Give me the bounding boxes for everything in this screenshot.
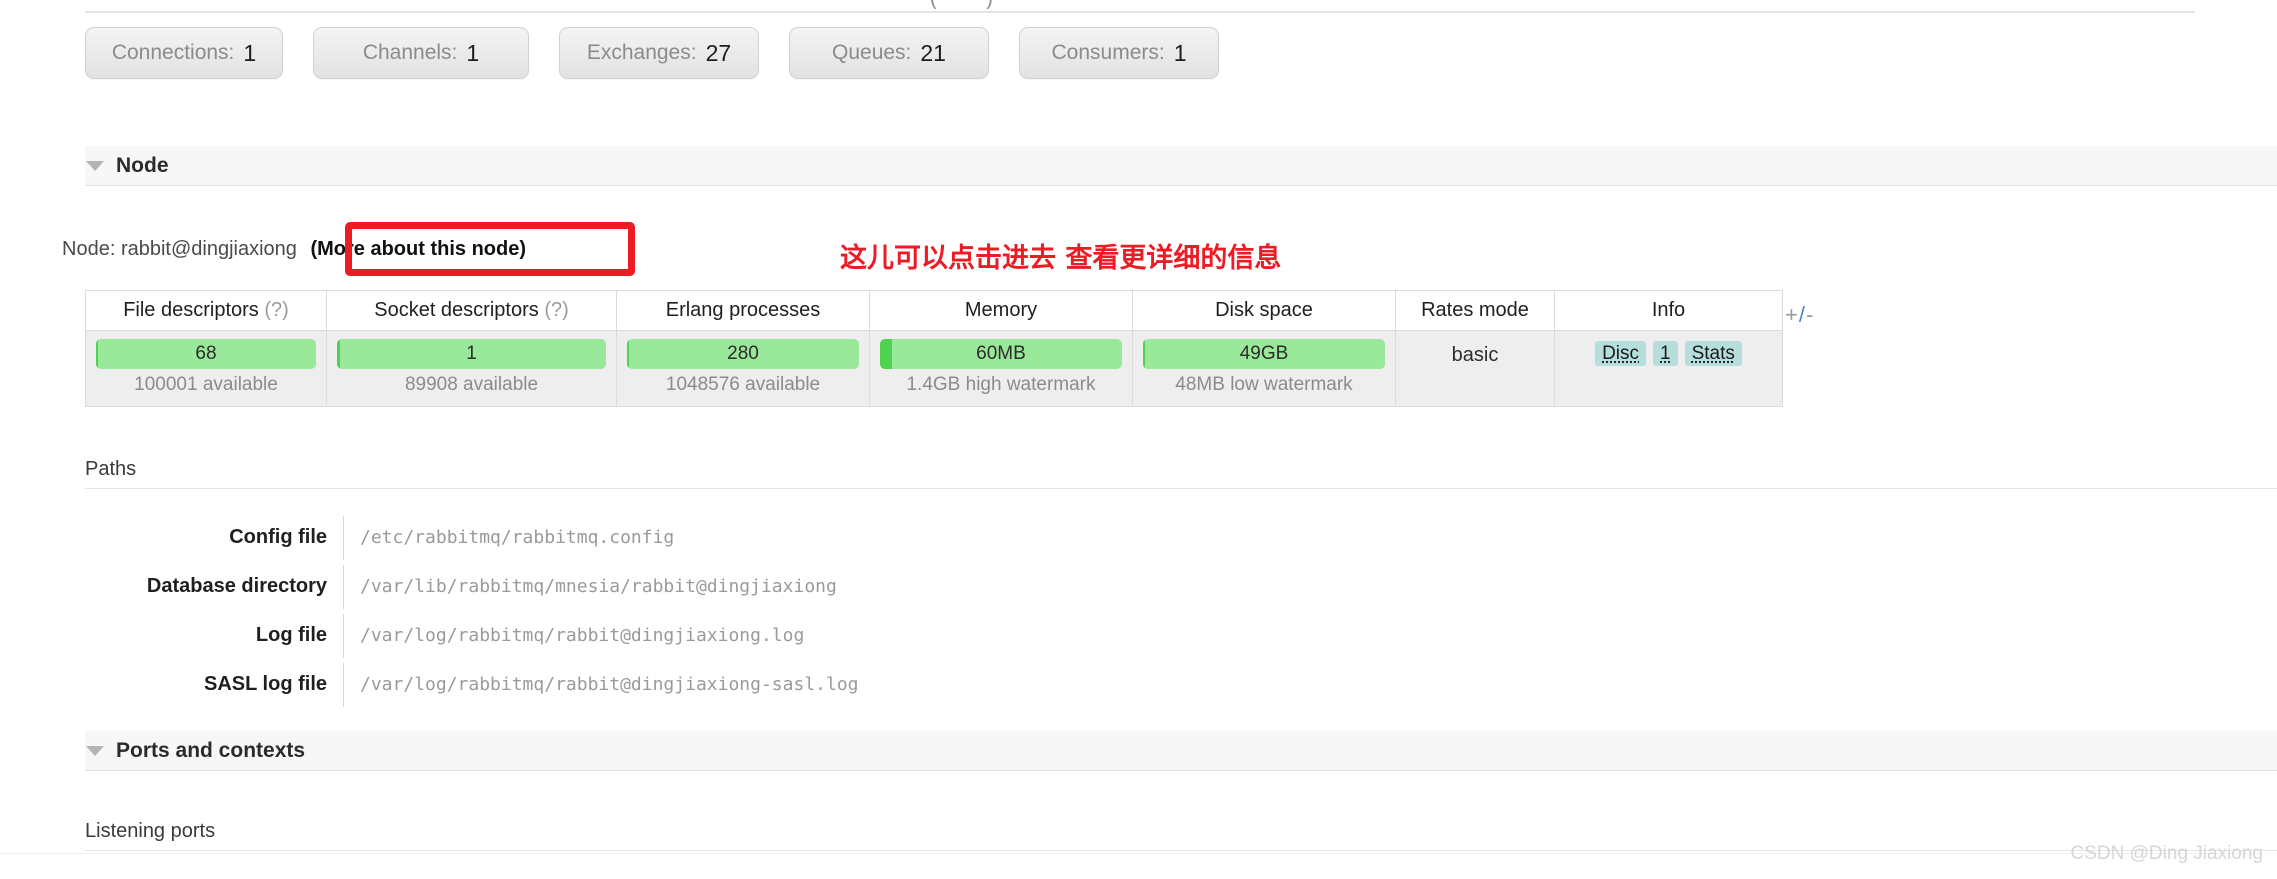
csdn-watermark: CSDN @Ding Jiaxiong [2070, 843, 2263, 864]
bar-memory: 60MB [880, 339, 1122, 369]
section-header-ports-and-contexts[interactable]: Ports and contexts [85, 731, 2277, 771]
cell-memory: 60MB 1.4GB high watermark [869, 330, 1133, 407]
minus-icon[interactable]: - [1806, 302, 1814, 327]
stat-pill-channels[interactable]: Channels: 1 [313, 27, 529, 79]
path-row-config-file: Config file /etc/rabbitmq/rabbitmq.confi… [85, 513, 859, 562]
cell-erlang-processes: 280 1048576 available [616, 330, 870, 407]
sub-disk-space: 48MB low watermark [1175, 374, 1353, 395]
top-cutoff-rule [85, 11, 2195, 13]
col-header-erlang-processes: Erlang processes [616, 290, 870, 331]
bar-socket-descriptors: 1 [337, 339, 606, 369]
stat-pill-exchanges[interactable]: Exchanges: 27 [559, 27, 759, 79]
overview-stats-row: Connections: 1 Channels: 1 Exchanges: 27… [85, 27, 1219, 79]
cell-socket-descriptors: 1 89908 available [326, 330, 617, 407]
table-header-row: File descriptors (?) Socket descriptors … [85, 290, 1783, 331]
bar-value-memory: 60MB [976, 343, 1026, 364]
path-value-config-file: /etc/rabbitmq/rabbitmq.config [343, 515, 674, 560]
cell-file-descriptors: 68 100001 available [85, 330, 327, 407]
toggle-columns-control[interactable]: +/- [1785, 302, 1814, 328]
badge-count[interactable]: 1 [1653, 341, 1678, 366]
info-badge-group: Disc 1 Stats [1565, 341, 1772, 366]
stat-value-exchanges: 27 [705, 39, 732, 66]
sub-memory: 1.4GB high watermark [906, 374, 1096, 395]
bar-value-disk-space: 49GB [1239, 343, 1289, 364]
stat-pill-consumers[interactable]: Consumers: 1 [1019, 27, 1219, 79]
top-cutoff-glyphs: ( ) [930, 0, 1015, 11]
node-name-line: Node: rabbit@dingjiaxiong (More about th… [62, 238, 526, 261]
bar-fill-memory [880, 339, 893, 369]
stat-label-channels: Channels: [362, 41, 458, 64]
stat-value-connections: 1 [243, 39, 257, 66]
badge-disc[interactable]: Disc [1595, 341, 1647, 366]
watermark-rule [0, 853, 2263, 854]
bar-value-erlang-processes: 280 [727, 343, 759, 364]
path-row-database-directory: Database directory /var/lib/rabbitmq/mne… [85, 562, 859, 611]
stat-value-queues: 21 [920, 39, 946, 66]
path-label-config-file: Config file [229, 526, 327, 548]
col-header-disk-space: Disk space [1132, 290, 1396, 331]
top-cutoff-region: ( ) [0, 0, 2277, 14]
path-label-database-directory: Database directory [146, 575, 327, 597]
stat-value-consumers: 1 [1173, 39, 1187, 66]
badge-stats[interactable]: Stats [1684, 341, 1742, 366]
col-header-memory: Memory [869, 290, 1133, 331]
path-value-database-directory: /var/lib/rabbitmq/mnesia/rabbit@dingjiax… [343, 564, 837, 609]
node-stats-table: File descriptors (?) Socket descriptors … [85, 290, 1783, 407]
path-value-sasl-log-file: /var/log/rabbitmq/rabbit@dingjiaxiong-sa… [343, 662, 859, 707]
table-row: 68 100001 available 1 89908 available 28… [85, 330, 1783, 407]
bar-fill-erlang-processes [627, 339, 630, 369]
node-prefix-label: Node: [62, 238, 116, 260]
col-header-socket-descriptors-text: Socket descriptors [374, 299, 539, 321]
col-header-rates-mode: Rates mode [1395, 290, 1555, 331]
path-row-sasl-log-file: SASL log file /var/log/rabbitmq/rabbit@d… [85, 660, 859, 709]
col-header-file-descriptors: File descriptors (?) [85, 290, 327, 331]
stat-pill-queues[interactable]: Queues: 21 [789, 27, 989, 79]
slash-separator: / [1798, 302, 1806, 327]
bar-fill-socket-descriptors [337, 339, 340, 369]
listening-ports-heading: Listening ports [85, 820, 2277, 851]
stat-label-queues: Queues: [832, 41, 912, 64]
node-name-value: rabbit@dingjiaxiong [120, 238, 297, 260]
cell-info: Disc 1 Stats [1554, 330, 1783, 407]
cell-rates-mode: basic [1395, 330, 1555, 407]
cell-disk-space: 49GB 48MB low watermark [1132, 330, 1396, 407]
path-label-sasl-log-file: SASL log file [204, 673, 327, 695]
col-header-socket-descriptors: Socket descriptors (?) [326, 290, 617, 331]
section-header-node[interactable]: Node [85, 146, 2277, 186]
stat-label-exchanges: Exchanges: [586, 41, 697, 64]
path-value-log-file: /var/log/rabbitmq/rabbit@dingjiaxiong.lo… [343, 613, 804, 658]
more-about-this-node-link[interactable]: (More about this node) [310, 238, 526, 260]
plus-icon[interactable]: + [1785, 302, 1799, 327]
stat-value-channels: 1 [466, 39, 480, 66]
paths-heading: Paths [85, 458, 2277, 489]
bar-value-socket-descriptors: 1 [466, 343, 477, 364]
bar-fill-disk-space [1143, 339, 1146, 369]
stat-label-connections: Connections: [111, 41, 235, 64]
col-header-info: Info [1554, 290, 1783, 331]
section-title-node: Node [116, 153, 169, 177]
help-icon-socket-descriptors[interactable]: (?) [544, 299, 568, 321]
bar-disk-space: 49GB [1143, 339, 1385, 369]
sub-erlang-processes: 1048576 available [665, 374, 821, 395]
paths-list: Config file /etc/rabbitmq/rabbitmq.confi… [85, 513, 859, 709]
col-header-file-descriptors-text: File descriptors [123, 299, 259, 321]
annotation-text: 这儿可以点击进去 查看更详细的信息 [840, 243, 1282, 274]
stat-pill-connections[interactable]: Connections: 1 [85, 27, 283, 79]
stat-label-consumers: Consumers: [1051, 41, 1165, 64]
help-icon-file-descriptors[interactable]: (?) [264, 299, 288, 321]
chevron-down-icon [86, 745, 104, 756]
section-title-ports-and-contexts: Ports and contexts [116, 738, 306, 762]
sub-file-descriptors: 100001 available [134, 374, 278, 395]
chevron-down-icon [86, 160, 104, 171]
sub-socket-descriptors: 89908 available [404, 374, 539, 395]
bar-erlang-processes: 280 [627, 339, 859, 369]
bar-value-file-descriptors: 68 [195, 343, 217, 364]
path-row-log-file: Log file /var/log/rabbitmq/rabbit@dingji… [85, 611, 859, 660]
bar-fill-file-descriptors [96, 339, 99, 369]
bar-file-descriptors: 68 [96, 339, 316, 369]
path-label-log-file: Log file [255, 624, 327, 646]
